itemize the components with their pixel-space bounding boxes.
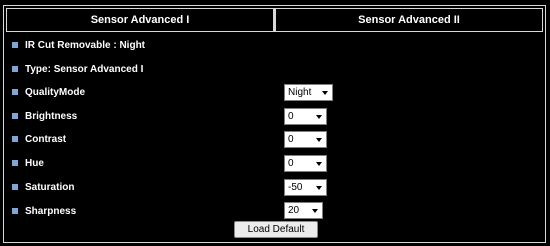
- contrast-label: Contrast: [25, 133, 67, 145]
- hue-row: Hue: [12, 155, 44, 171]
- bullet-icon: [12, 184, 18, 190]
- type-label: Type: Sensor Advanced I: [25, 63, 144, 75]
- brightness-row: Brightness: [12, 108, 77, 124]
- hue-value: 0: [288, 158, 294, 169]
- bullet-icon: [12, 89, 18, 95]
- hue-select[interactable]: 0: [284, 155, 327, 172]
- brightness-select[interactable]: 0: [284, 108, 327, 125]
- saturation-select[interactable]: -50: [284, 179, 327, 196]
- bullet-icon: [12, 66, 18, 72]
- sharpness-row: Sharpness: [12, 203, 76, 219]
- saturation-value: -50: [288, 182, 303, 193]
- quality-mode-select[interactable]: Night: [284, 84, 333, 101]
- quality-mode-value: Night: [288, 87, 312, 98]
- saturation-row: Saturation: [12, 179, 74, 195]
- bullet-icon: [12, 160, 18, 166]
- contrast-row: Contrast: [12, 131, 66, 147]
- chevron-down-icon: [316, 162, 322, 166]
- sharpness-label: Sharpness: [25, 205, 77, 217]
- bullet-icon: [12, 208, 18, 214]
- contrast-select[interactable]: 0: [284, 131, 327, 148]
- brightness-value: 0: [288, 111, 294, 122]
- brightness-label: Brightness: [25, 110, 78, 122]
- quality-mode-row: QualityMode: [12, 84, 85, 100]
- sharpness-value: 20: [288, 205, 300, 216]
- sharpness-select[interactable]: 20: [284, 202, 323, 219]
- chevron-down-icon: [322, 91, 328, 95]
- load-default-button[interactable]: Load Default: [234, 221, 318, 238]
- chevron-down-icon: [316, 138, 322, 142]
- saturation-label: Saturation: [25, 181, 75, 193]
- hue-label: Hue: [25, 157, 44, 169]
- type-row: Type: Sensor Advanced I: [12, 61, 143, 77]
- bullet-icon: [12, 42, 18, 48]
- chevron-down-icon: [316, 115, 322, 119]
- bullet-icon: [12, 113, 18, 119]
- ir-cut-row: IR Cut Removable : Night: [12, 37, 145, 53]
- ir-cut-label: IR Cut Removable : Night: [25, 39, 146, 51]
- contrast-value: 0: [288, 134, 294, 145]
- tab-sensor-advanced-1[interactable]: Sensor Advanced I: [6, 8, 274, 32]
- chevron-down-icon: [312, 209, 318, 213]
- quality-mode-label: QualityMode: [25, 86, 86, 98]
- tab-bar: Sensor Advanced I Sensor Advanced II: [6, 8, 543, 32]
- bullet-icon: [12, 136, 18, 142]
- tab-sensor-advanced-2[interactable]: Sensor Advanced II: [274, 8, 543, 32]
- chevron-down-icon: [316, 186, 322, 190]
